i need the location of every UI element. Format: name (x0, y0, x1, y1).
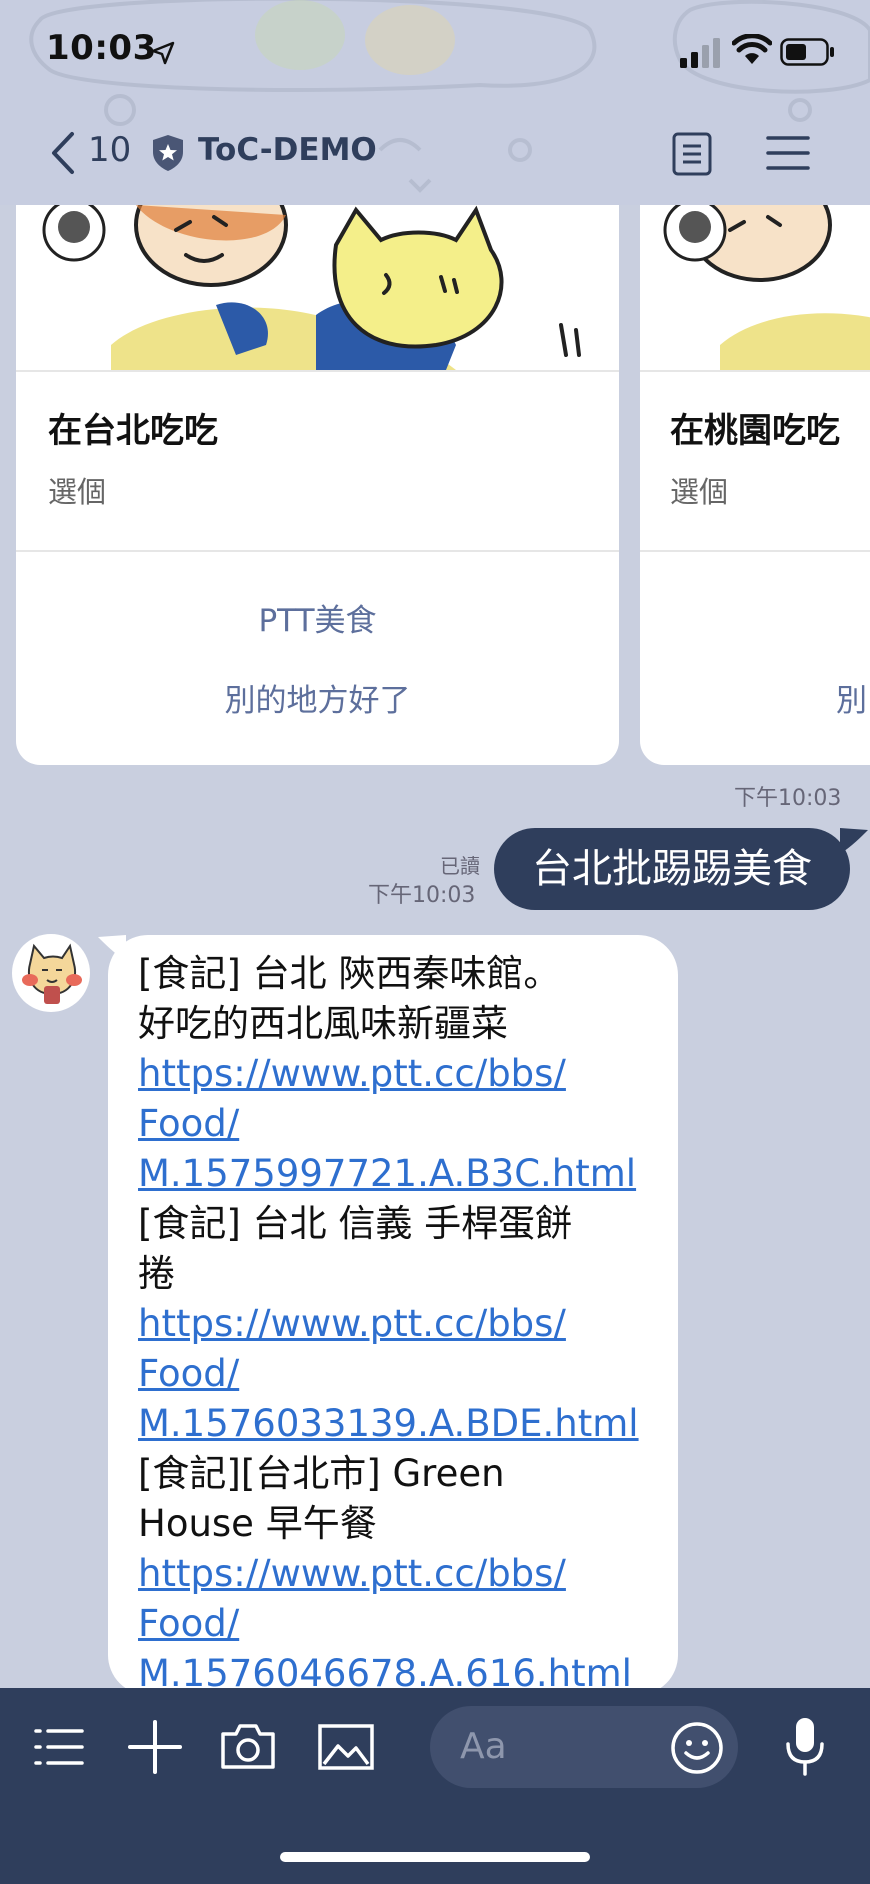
message-line: [食記] 台北 信義 手桿蛋餅 (138, 1202, 573, 1245)
shield-star-icon (153, 135, 183, 171)
carousel-card-taoyuan: 在桃園吃吃 選個 別 (640, 205, 870, 765)
back-chevron-icon[interactable] (46, 130, 80, 176)
back-count[interactable]: 10 (88, 130, 131, 170)
message-link[interactable]: M.1575997721.A.B3C.html (138, 1149, 658, 1199)
camera-icon[interactable] (220, 1722, 276, 1770)
bot-message-bubble: [食記] 台北 陝西秦味館。 好吃的西北風味新疆菜 https://www.ptt.… (108, 935, 678, 1695)
card-subtitle: 選個 (670, 475, 729, 509)
message-link[interactable]: Food/ (138, 1349, 658, 1399)
status-time: 10:03 (46, 28, 157, 68)
location-arrow-icon (151, 41, 175, 65)
message-line: House 早午餐 (138, 1502, 377, 1545)
carousel-card-taipei: 在台北吃吃 選個 PTT美食 別的地方好了 (16, 205, 619, 765)
home-indicator (280, 1852, 590, 1862)
message-link[interactable]: Food/ (138, 1099, 658, 1149)
image-icon[interactable] (318, 1724, 374, 1770)
message-line: [食記][台北市] Green (138, 1452, 505, 1495)
sent-message-bubble: 台北批踢踢美食 (494, 828, 850, 910)
card-illustration (640, 205, 870, 372)
plus-icon[interactable] (128, 1720, 182, 1774)
message-input-placeholder: Aa (460, 1726, 507, 1767)
chat-title: ToC-DEMO (198, 132, 377, 168)
avatar[interactable] (12, 934, 90, 1012)
signal-icon (680, 38, 720, 68)
card-action-partial[interactable]: 別 (836, 675, 870, 720)
message-link[interactable]: https://www.ptt.cc/bbs/ (138, 1549, 658, 1599)
emoji-icon[interactable] (670, 1721, 724, 1775)
card-title: 在桃園吃吃 (670, 411, 840, 451)
message-link[interactable]: M.1576033139.A.BDE.html (138, 1399, 658, 1449)
read-label: 已讀 (440, 854, 480, 878)
wifi-icon (732, 34, 772, 64)
ptt-food-button[interactable]: PTT美食 (16, 595, 619, 640)
sent-timestamp: 下午10:03 (368, 883, 476, 908)
menu-icon[interactable] (766, 134, 810, 172)
message-line: [食記] 台北 陝西秦味館。 (138, 952, 561, 995)
cartoon-illustration (42, 205, 581, 370)
message-link[interactable]: https://www.ptt.cc/bbs/ (138, 1049, 658, 1099)
card-subtitle: 選個 (48, 475, 107, 509)
message-link[interactable]: https://www.ptt.cc/bbs/ (138, 1299, 658, 1349)
cartoon-illustration (663, 205, 870, 370)
cat-avatar-icon (13, 935, 89, 1011)
message-line: 好吃的西北風味新疆菜 (138, 1002, 508, 1045)
bot-message-text: [食記] 台北 陝西秦味館。 好吃的西北風味新疆菜 https://www.ptt.… (138, 949, 658, 1695)
notes-icon[interactable] (672, 132, 712, 176)
other-place-button[interactable]: 別的地方好了 (16, 675, 619, 720)
card-divider (640, 550, 870, 552)
microphone-icon[interactable] (782, 1716, 828, 1778)
card-title: 在台北吃吃 (48, 411, 218, 451)
message-link[interactable]: Food/ (138, 1599, 658, 1649)
card-illustration (16, 205, 619, 372)
list-icon[interactable] (34, 1727, 84, 1767)
carousel-timestamp: 下午10:03 (734, 786, 842, 811)
message-line: 捲 (138, 1252, 175, 1295)
battery-icon (780, 38, 834, 66)
card-divider (16, 550, 619, 552)
